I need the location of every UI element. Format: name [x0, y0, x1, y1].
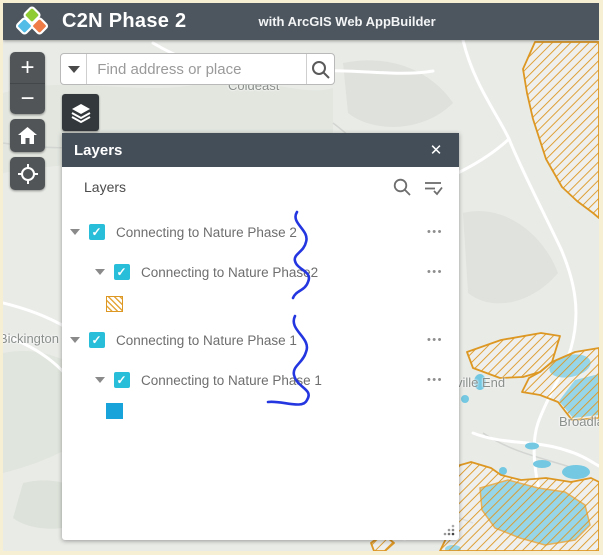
- layer-checkbox[interactable]: [89, 224, 105, 240]
- layer-checkbox[interactable]: [89, 332, 105, 348]
- panel-resize-handle[interactable]: [441, 522, 456, 537]
- layers-icon: [71, 103, 90, 123]
- locate-icon: [17, 163, 38, 184]
- layer-options-button[interactable]: [421, 176, 445, 198]
- search-source-dropdown[interactable]: [61, 54, 88, 84]
- close-button[interactable]: ✕: [423, 133, 449, 167]
- zoom-out-button[interactable]: −: [10, 83, 45, 114]
- chevron-down-icon: [67, 65, 80, 73]
- panel-toolbar-title: Layers: [84, 179, 127, 195]
- layer-label: Connecting to Nature Phase 2: [116, 224, 297, 240]
- layers-widget-button[interactable]: [62, 94, 99, 131]
- locate-button[interactable]: [10, 157, 45, 190]
- appbuilder-logo-icon: [15, 6, 49, 35]
- panel-title: Layers: [74, 141, 123, 159]
- map-label-bickington: Bickington: [3, 331, 59, 346]
- zoom-in-button[interactable]: +: [10, 52, 45, 83]
- app-title: C2N Phase 2: [62, 10, 187, 32]
- search-icon: [393, 178, 411, 196]
- search-icon: [312, 60, 330, 79]
- layer-menu-button[interactable]: •••: [427, 334, 443, 346]
- expand-caret-icon[interactable]: [70, 229, 80, 235]
- expand-caret-icon[interactable]: [70, 337, 80, 343]
- search-input[interactable]: [87, 54, 307, 84]
- layer-search-button[interactable]: [391, 176, 413, 198]
- home-icon: [18, 127, 37, 144]
- map-label-ville-end: ville End: [456, 375, 506, 390]
- map-label-broadlands: Broadlan: [559, 414, 599, 429]
- layer-menu-button[interactable]: •••: [427, 266, 443, 278]
- legend-swatch-orange-hatch: [106, 296, 123, 312]
- expand-caret-icon[interactable]: [95, 377, 105, 383]
- app-window: Coldeast Bickington ville End Broadlan C…: [3, 3, 599, 551]
- search-button[interactable]: [306, 54, 334, 84]
- layer-checkbox[interactable]: [114, 264, 130, 280]
- expand-caret-icon[interactable]: [95, 269, 105, 275]
- layer-label: Connecting to Nature Phase 1: [141, 372, 322, 388]
- layer-row-phase1-group[interactable]: Connecting to Nature Phase 1 •••: [62, 328, 459, 352]
- screenshot-frame: Coldeast Bickington ville End Broadlan C…: [0, 0, 603, 555]
- layer-checkbox[interactable]: [114, 372, 130, 388]
- home-button[interactable]: [10, 119, 45, 152]
- layer-row-phase2-sublayer[interactable]: Connecting to Nature Phase2 •••: [62, 260, 459, 284]
- list-check-icon: [425, 182, 443, 196]
- layer-menu-button[interactable]: •••: [427, 374, 443, 386]
- layers-panel: Layers ✕ Layers ✓ Connecting to Nature P…: [62, 133, 459, 540]
- search-bar: [60, 53, 335, 85]
- layers-panel-header[interactable]: Layers ✕: [62, 133, 459, 167]
- legend-swatch-blue: [106, 403, 123, 419]
- panel-toolbar: Layers: [62, 167, 459, 207]
- app-subtitle: with ArcGIS Web AppBuilder: [258, 14, 436, 29]
- layer-row-phase1-sublayer[interactable]: Connecting to Nature Phase 1 •••: [62, 368, 459, 392]
- layer-menu-button[interactable]: •••: [427, 226, 443, 238]
- zoom-control: + −: [10, 52, 45, 114]
- layer-label: Connecting to Nature Phase 1: [116, 332, 297, 348]
- app-header: C2N Phase 2 with ArcGIS Web AppBuilder: [3, 3, 599, 40]
- layer-row-phase2-group[interactable]: Connecting to Nature Phase 2 •••: [62, 220, 459, 244]
- layer-label: Connecting to Nature Phase2: [141, 264, 319, 280]
